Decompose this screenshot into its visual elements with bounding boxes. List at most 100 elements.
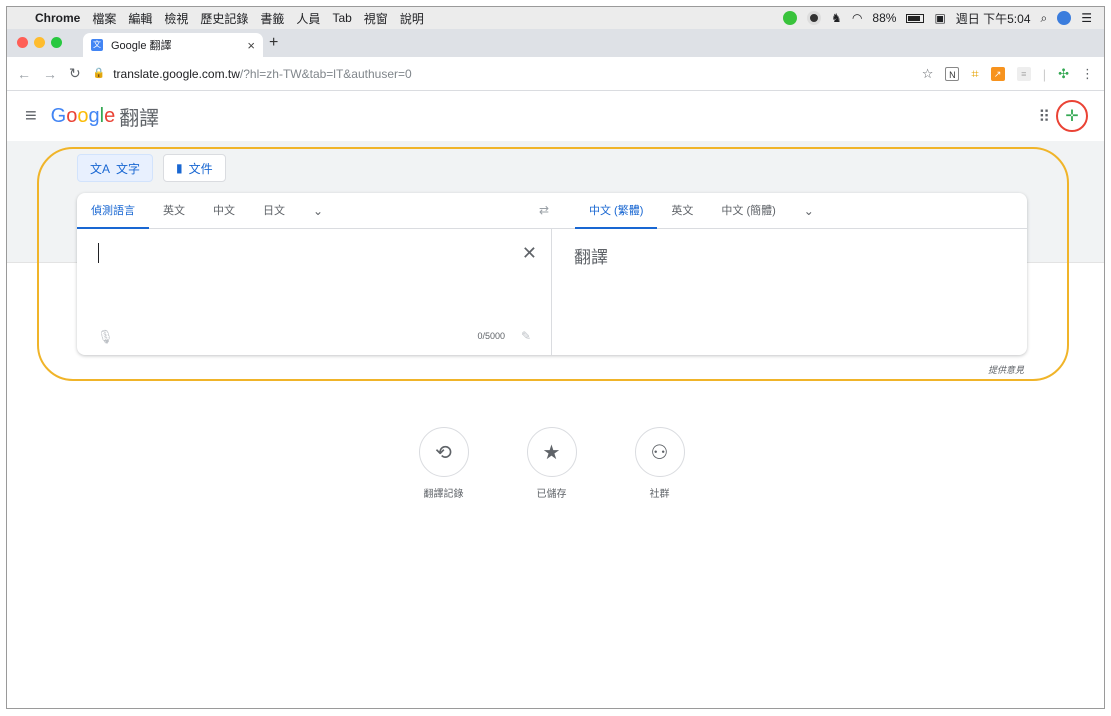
document-mode-button[interactable]: ▮ 文件 [163, 154, 226, 182]
target-lang-more-icon[interactable]: ⌄ [790, 193, 828, 229]
handwriting-icon[interactable]: ✎ [521, 329, 531, 343]
bottom-actions: ⟲ 翻譯記錄 ★ 已儲存 ⚇ 社群 [7, 427, 1100, 500]
menu-tab[interactable]: Tab [332, 11, 351, 25]
document-mode-label: 文件 [188, 161, 213, 176]
menu-edit[interactable]: 編輯 [128, 10, 152, 27]
news-extension-icon[interactable]: ≡ [1016, 67, 1031, 81]
community-label: 社群 [649, 489, 670, 500]
avatar[interactable]: ✛ [1056, 100, 1088, 132]
logo-letter: G [50, 104, 67, 127]
menu-app-name[interactable]: Chrome [35, 11, 80, 25]
logo-letter: e [104, 104, 116, 127]
battery-percent: 88% [872, 11, 897, 25]
google-header: ≡ Google 翻譯 ⠿ ✛ [7, 91, 1104, 141]
menubar-status: ♞ ◠ 88% ▣ 週日 下午5:04 ⌕ ☰ [783, 7, 1092, 29]
target-language-tabs: 中文 (繁體) 英文 中文 (簡體) ⌄ [575, 193, 828, 229]
translation-card: 偵測語言 英文 中文 日文 ⌄ ⇄ 中文 (繁體) 英文 中文 (簡體) ⌄ ✕… [77, 193, 1027, 355]
text-mode-button[interactable]: 文A 文字 [77, 154, 154, 182]
sparkle-extension-icon[interactable]: ✣ [1058, 66, 1069, 82]
source-lang-japanese[interactable]: 日文 [249, 193, 299, 229]
menu-view[interactable]: 檢視 [164, 10, 188, 27]
bookmark-star-icon[interactable]: ☆ [922, 66, 934, 82]
browser-tab[interactable]: 文 Google 翻譯 × [83, 33, 263, 57]
target-lang-english[interactable]: 英文 [657, 193, 707, 229]
saved-button[interactable]: ★ 已儲存 [522, 427, 582, 500]
url-path: /?hl=zh-TW&tab=lT&authuser=0 [239, 66, 412, 81]
lock-icon[interactable]: 🔒 [93, 68, 105, 79]
saved-label: 已儲存 [536, 489, 567, 500]
notification-center-icon[interactable]: ☰ [1081, 11, 1092, 25]
line-icon[interactable] [783, 11, 798, 25]
calendar-icon[interactable]: ▣ [934, 11, 945, 25]
char-count: 0/5000 [477, 331, 505, 341]
menu-help[interactable]: 說明 [400, 10, 424, 27]
document-icon: ▮ [176, 161, 183, 175]
history-button[interactable]: ⟲ 翻譯記錄 [414, 427, 474, 500]
swap-languages-icon[interactable]: ⇄ [539, 203, 549, 217]
hamburger-menu-icon[interactable]: ≡ [25, 105, 37, 128]
source-language-tabs: 偵測語言 英文 中文 日文 ⌄ [77, 193, 337, 229]
search-icon[interactable]: ⌕ [1041, 11, 1048, 26]
community-button[interactable]: ⚇ 社群 [630, 427, 690, 500]
clear-source-icon[interactable]: ✕ [522, 243, 537, 264]
source-lang-chinese[interactable]: 中文 [199, 193, 249, 229]
battery-icon[interactable] [906, 13, 925, 23]
browser-window: Chrome 檔案 編輯 檢視 歷史記錄 書籤 人員 Tab 視窗 說明 ♞ ◠… [6, 6, 1105, 709]
logo-letter: g [88, 104, 100, 127]
clock[interactable]: 週日 下午5:04 [956, 10, 1031, 27]
source-text-input[interactable]: ✕ 🎙 0/5000 ✎ [77, 229, 551, 355]
text-cursor [98, 243, 99, 263]
source-lang-detect[interactable]: 偵測語言 [77, 193, 149, 229]
reload-icon[interactable]: ↻ [69, 65, 81, 82]
url-host: translate.google.com.tw [113, 66, 240, 81]
product-name: 翻譯 [119, 107, 160, 130]
back-icon[interactable]: ← [17, 66, 31, 82]
toolbar-divider: | [1042, 66, 1047, 82]
menu-file[interactable]: 檔案 [92, 10, 116, 27]
google-logo[interactable]: Google [51, 105, 116, 128]
zoom-window-button[interactable] [51, 37, 62, 48]
language-bar: 偵測語言 英文 中文 日文 ⌄ ⇄ 中文 (繁體) 英文 中文 (簡體) ⌄ [77, 193, 1027, 229]
menu-window[interactable]: 視窗 [364, 10, 388, 27]
tab-close-icon[interactable]: × [247, 38, 255, 53]
address-bar[interactable]: translate.google.com.tw/?hl=zh-TW&tab=lT… [113, 67, 412, 81]
history-label: 翻譯記錄 [423, 489, 464, 500]
feedback-link[interactable]: 提供意見 [988, 363, 1024, 376]
wifi-icon[interactable]: ◠ [852, 11, 862, 25]
tab-strip: 文 Google 翻譯 × + [7, 29, 1104, 57]
target-lang-simplified-chinese[interactable]: 中文 (簡體) [707, 193, 789, 229]
siri-icon[interactable] [1057, 11, 1072, 25]
google-apps-icon[interactable]: ⠿ [1038, 107, 1050, 127]
logo-letter: o [66, 104, 78, 127]
source-lang-english[interactable]: 英文 [149, 193, 199, 229]
translate-icon: 文A [90, 161, 111, 176]
grid-extension-icon[interactable]: ⌗ [971, 66, 978, 82]
source-lang-more-icon[interactable]: ⌄ [299, 193, 337, 229]
translation-placeholder: 翻譯 [574, 248, 608, 267]
text-mode-label: 文字 [116, 161, 141, 176]
menu-history[interactable]: 歷史記錄 [200, 10, 248, 27]
more-menu-icon[interactable]: ⋮ [1081, 66, 1094, 82]
window-controls [17, 37, 62, 48]
target-lang-traditional-chinese[interactable]: 中文 (繁體) [575, 193, 658, 229]
community-icon: ⚇ [634, 427, 685, 477]
mode-selector: 文A 文字 ▮ 文件 [77, 154, 226, 182]
forward-icon[interactable]: → [43, 66, 57, 82]
chart-extension-icon[interactable]: ↗ [990, 67, 1005, 81]
menu-bookmarks[interactable]: 書籤 [260, 10, 284, 27]
mac-menubar: Chrome 檔案 編輯 檢視 歷史記錄 書籤 人員 Tab 視窗 說明 ♞ ◠… [7, 7, 1104, 29]
record-icon[interactable] [807, 11, 822, 25]
app-tray-icon[interactable]: ♞ [831, 11, 842, 25]
microphone-icon[interactable]: 🎙 [97, 329, 114, 345]
minimize-window-button[interactable] [34, 37, 45, 48]
translation-output: 翻譯 [552, 229, 1027, 355]
close-window-button[interactable] [17, 37, 28, 48]
translate-favicon-icon: 文 [91, 39, 103, 51]
extensions-area: ☆ N ⌗ ↗ ≡ | ✣ ⋮ [922, 57, 1094, 91]
menu-people[interactable]: 人員 [296, 10, 320, 27]
logo-letter: o [77, 104, 89, 127]
browser-toolbar: ← → ↻ 🔒 translate.google.com.tw/?hl=zh-T… [7, 57, 1104, 91]
notion-extension-icon[interactable]: N [945, 67, 960, 81]
new-tab-button[interactable]: + [269, 34, 278, 52]
tab-title: Google 翻譯 [111, 40, 172, 52]
